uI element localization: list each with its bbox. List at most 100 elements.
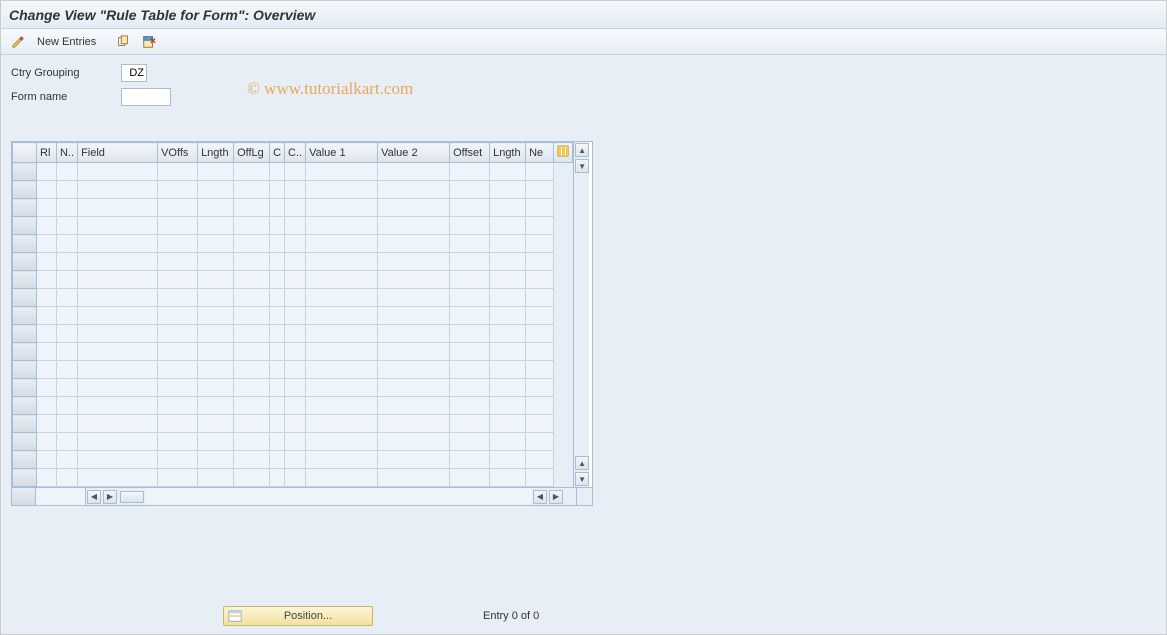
scroll-right-button[interactable]: ▶ [103,490,117,504]
cell[interactable] [234,469,270,487]
cell[interactable] [270,217,285,235]
cell[interactable] [526,379,554,397]
cell[interactable] [234,343,270,361]
cell[interactable] [490,253,526,271]
cell[interactable] [490,271,526,289]
cell[interactable] [78,163,158,181]
scroll-up-button[interactable]: ▲ [575,143,589,157]
cell[interactable] [526,325,554,343]
column-header[interactable]: Field [78,143,158,163]
cell[interactable] [490,217,526,235]
cell[interactable] [490,451,526,469]
column-header[interactable]: C.. [285,143,306,163]
cell[interactable] [37,397,57,415]
cell[interactable] [526,289,554,307]
cell[interactable] [378,361,450,379]
cell[interactable] [198,181,234,199]
cell[interactable] [198,199,234,217]
horizontal-scrollbar-right[interactable]: ◀ ▶ [532,488,576,505]
column-header[interactable]: C [270,143,285,163]
cell[interactable] [78,361,158,379]
cell[interactable] [37,451,57,469]
scroll-left-button[interactable]: ◀ [87,490,101,504]
position-button[interactable]: Position... [223,606,373,626]
cell[interactable] [57,289,78,307]
cell[interactable] [526,343,554,361]
cell[interactable] [526,271,554,289]
cell[interactable] [450,343,490,361]
copy-as-button[interactable] [112,32,134,52]
row-selector[interactable] [13,235,37,253]
scroll-down-page-button[interactable]: ▼ [575,472,589,486]
cell[interactable] [306,199,378,217]
cell[interactable] [270,307,285,325]
cell[interactable] [234,451,270,469]
cell[interactable] [285,235,306,253]
row-selector[interactable] [13,433,37,451]
cell[interactable] [306,451,378,469]
cell[interactable] [234,163,270,181]
cell[interactable] [450,415,490,433]
cell[interactable] [57,181,78,199]
cell[interactable] [378,199,450,217]
cell[interactable] [378,451,450,469]
cell[interactable] [285,217,306,235]
cell[interactable] [490,199,526,217]
cell[interactable] [285,343,306,361]
cell[interactable] [306,343,378,361]
cell[interactable] [78,325,158,343]
scroll-down-button[interactable]: ▼ [575,159,589,173]
cell[interactable] [526,361,554,379]
row-selector[interactable] [13,253,37,271]
cell[interactable] [285,325,306,343]
column-header[interactable]: Lngth [490,143,526,163]
cell[interactable] [37,271,57,289]
select-all-cell[interactable] [12,488,36,505]
data-grid[interactable]: RlN..FieldVOffsLngthOffLgCC..Value 1Valu… [12,142,573,487]
cell[interactable] [78,235,158,253]
cell[interactable] [37,289,57,307]
cell[interactable] [378,307,450,325]
cell[interactable] [57,451,78,469]
cell[interactable] [158,451,198,469]
cell[interactable] [270,361,285,379]
cell[interactable] [526,397,554,415]
cell[interactable] [306,271,378,289]
cell[interactable] [270,271,285,289]
cell[interactable] [526,163,554,181]
cell[interactable] [490,325,526,343]
cell[interactable] [158,163,198,181]
cell[interactable] [450,325,490,343]
cell[interactable] [198,163,234,181]
cell[interactable] [450,289,490,307]
cell[interactable] [306,253,378,271]
cell[interactable] [78,415,158,433]
cell[interactable] [234,235,270,253]
cell[interactable] [378,181,450,199]
cell[interactable] [285,433,306,451]
cell[interactable] [198,379,234,397]
cell[interactable] [37,433,57,451]
cell[interactable] [526,235,554,253]
cell[interactable] [490,163,526,181]
form-name-input[interactable] [121,88,171,106]
cell[interactable] [285,415,306,433]
cell[interactable] [57,415,78,433]
cell[interactable] [37,415,57,433]
cell[interactable] [78,433,158,451]
cell[interactable] [490,181,526,199]
scroll-up-page-button[interactable]: ▲ [575,456,589,470]
cell[interactable] [526,199,554,217]
cell[interactable] [378,379,450,397]
row-selector[interactable] [13,217,37,235]
cell[interactable] [526,433,554,451]
cell[interactable] [285,253,306,271]
cell[interactable] [57,379,78,397]
column-header[interactable]: Ne [526,143,554,163]
cell[interactable] [490,343,526,361]
scroll-left-end-button[interactable]: ◀ [533,490,547,504]
cell[interactable] [198,469,234,487]
cell[interactable] [490,469,526,487]
cell[interactable] [490,433,526,451]
cell[interactable] [78,253,158,271]
